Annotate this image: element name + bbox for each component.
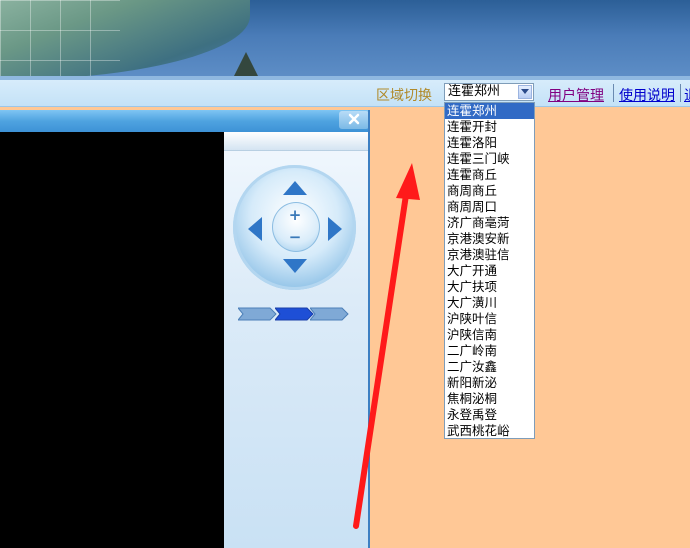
user-management-link[interactable]: 用户管理 bbox=[548, 85, 604, 105]
control-panel-header bbox=[224, 132, 368, 151]
region-option[interactable]: 商周商丘 bbox=[445, 183, 534, 199]
region-option[interactable]: 连霍三门峡 bbox=[445, 151, 534, 167]
region-select-value: 连霍郑州 bbox=[448, 84, 501, 99]
region-option[interactable]: 连霍郑州 bbox=[445, 103, 534, 119]
region-option[interactable]: 商周周口 bbox=[445, 199, 534, 215]
region-option[interactable]: 京港澳驻信 bbox=[445, 247, 534, 263]
region-switch-label: 区域切换 bbox=[376, 88, 432, 104]
region-option[interactable]: 连霍商丘 bbox=[445, 167, 534, 183]
close-icon bbox=[348, 113, 360, 128]
arrow-up-icon[interactable] bbox=[283, 181, 307, 195]
region-option[interactable]: 连霍洛阳 bbox=[445, 135, 534, 151]
region-option[interactable]: 沪陕叶信 bbox=[445, 311, 534, 327]
region-option[interactable]: 二广汝鑫 bbox=[445, 359, 534, 375]
region-option[interactable]: 济广商亳菏 bbox=[445, 215, 534, 231]
speed-medium-icon[interactable] bbox=[275, 306, 315, 322]
arrow-right-icon[interactable] bbox=[328, 217, 342, 241]
region-select[interactable]: 连霍郑州 bbox=[444, 83, 534, 101]
arrow-down-icon[interactable] bbox=[283, 259, 307, 273]
logout-link[interactable]: 退 bbox=[684, 85, 690, 105]
chevron-down-icon[interactable] bbox=[518, 85, 532, 99]
region-option[interactable]: 大广开通 bbox=[445, 263, 534, 279]
region-option[interactable]: 京港澳安新 bbox=[445, 231, 534, 247]
region-option[interactable]: 连霍开封 bbox=[445, 119, 534, 135]
region-option[interactable]: 大广扶项 bbox=[445, 279, 534, 295]
video-display-area[interactable] bbox=[0, 132, 224, 548]
zoom-in-icon[interactable]: + bbox=[287, 207, 303, 223]
region-option[interactable]: 沪陕信南 bbox=[445, 327, 534, 343]
close-button[interactable] bbox=[339, 111, 369, 129]
region-dropdown-list[interactable]: 连霍郑州 连霍开封 连霍洛阳 连霍三门峡 连霍商丘 商周商丘 商周周口 济广商亳菏 京港澳安新京… bbox=[444, 102, 535, 439]
region-option[interactable]: 永登禹登 bbox=[445, 407, 534, 423]
divider bbox=[680, 84, 681, 102]
video-panel-titlebar bbox=[0, 110, 370, 132]
region-option[interactable]: 二广岭南 bbox=[445, 343, 534, 359]
region-option[interactable]: 新阳新泌 bbox=[445, 375, 534, 391]
help-link[interactable]: 使用说明 bbox=[619, 85, 675, 105]
zoom-out-icon[interactable]: − bbox=[287, 229, 303, 245]
arrow-left-icon[interactable] bbox=[248, 217, 262, 241]
panel-border bbox=[368, 110, 370, 548]
divider bbox=[613, 84, 614, 102]
banner-tree-image bbox=[233, 52, 259, 78]
speed-slow-icon[interactable] bbox=[238, 306, 278, 322]
region-option[interactable]: 焦桐泌桐 bbox=[445, 391, 534, 407]
region-option[interactable]: 大广潢川 bbox=[445, 295, 534, 311]
region-option[interactable]: 武西桃花峪 bbox=[445, 423, 534, 439]
banner-grid-pattern bbox=[0, 0, 120, 80]
header-banner bbox=[0, 0, 690, 80]
speed-fast-icon[interactable] bbox=[310, 306, 350, 322]
